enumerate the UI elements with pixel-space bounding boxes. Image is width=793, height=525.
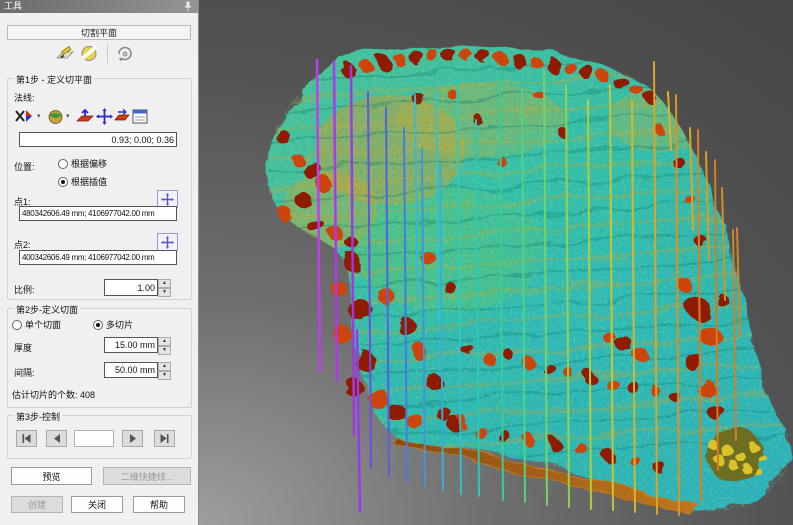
rock-face-texture <box>199 40 793 525</box>
panel-title: 工具 <box>4 1 22 11</box>
radio-multi-slice-label: 多切片 <box>106 318 133 331</box>
radio-by-interpolation[interactable]: 根据插值 <box>58 176 107 187</box>
slice-count-estimate: 估计切片的个数: 408 <box>12 388 95 401</box>
plane-edit-icon[interactable] <box>55 44 77 63</box>
preview-button[interactable]: 预览 <box>11 467 92 485</box>
dialog-header: 切割平面 <box>7 25 191 40</box>
plane-flip-icon[interactable] <box>113 107 131 126</box>
panel-titlebar[interactable]: 工具 <box>0 0 198 13</box>
values-dialog-icon[interactable] <box>130 107 149 126</box>
normal-axis-icon[interactable] <box>12 107 36 126</box>
thickness-value-field[interactable]: 15.00 mm <box>104 337 158 353</box>
scale-spinner[interactable]: ▲▼ <box>158 279 171 296</box>
thickness-spinner-down-icon[interactable]: ▼ <box>158 346 171 355</box>
plane-arrow-icon[interactable] <box>75 107 94 126</box>
normal-axis-dropdown-icon[interactable]: ▾ <box>37 112 41 120</box>
radio-by-offset-dot[interactable] <box>58 159 68 169</box>
step1-label: 第1步 - 定义切平面 <box>14 73 94 86</box>
radio-by-offset-label: 根据偏移 <box>71 157 107 170</box>
interval-spinner[interactable]: ▲▼ <box>158 362 171 378</box>
sphere-clip-icon[interactable] <box>78 44 100 63</box>
slice-index-field[interactable] <box>74 430 114 447</box>
radio-by-offset[interactable]: 根据偏移 <box>58 158 107 169</box>
normal-value-field[interactable]: 0.93; 0.00; 0.36 <box>19 132 177 147</box>
interval-spinner-up-icon[interactable]: ▲ <box>158 362 171 371</box>
point2-pick-button[interactable] <box>157 233 178 251</box>
viewport-3d[interactable] <box>199 0 793 525</box>
point2-value-field[interactable]: 400342606.49 mm; 4106977042.00 mm <box>19 250 177 265</box>
scale-label: 比例: <box>14 283 35 296</box>
thickness-label: 厚度 <box>14 341 32 354</box>
radio-by-interpolation-label: 根据插值 <box>71 175 107 188</box>
step2-label: 第2步-定义切面 <box>14 303 80 316</box>
toolbar-separator <box>107 44 108 63</box>
tools-panel: 工具 切割平面 第1步 - 定义切平面 法线: <box>0 0 199 525</box>
thickness-spinner[interactable]: ▲▼ <box>158 337 171 353</box>
normal-sphere-icon[interactable] <box>46 107 65 126</box>
step3-label: 第3步-控制 <box>14 410 62 423</box>
point1-value-field[interactable]: 480342606.49 mm; 4106977042.00 mm <box>19 206 177 221</box>
scale-spinner-up-icon[interactable]: ▲ <box>158 279 171 288</box>
scale-value-field[interactable]: 1.00 <box>104 279 158 296</box>
radio-by-interpolation-dot[interactable] <box>58 177 68 187</box>
next-slice-button[interactable] <box>122 430 143 447</box>
radio-multi-slice-dot[interactable] <box>93 320 103 330</box>
thickness-spinner-up-icon[interactable]: ▲ <box>158 337 171 346</box>
normal-label: 法线: <box>14 91 35 104</box>
pin-icon[interactable] <box>184 1 192 12</box>
pick-rotate-icon[interactable] <box>114 44 136 63</box>
help-button[interactable]: 帮助 <box>133 496 185 513</box>
create-button[interactable]: 创建 <box>11 496 63 513</box>
move-cross-icon[interactable] <box>95 107 114 126</box>
radio-single-section-dot[interactable] <box>12 320 22 330</box>
last-slice-button[interactable] <box>154 430 175 447</box>
close-button[interactable]: 关闭 <box>71 496 123 513</box>
scale-spinner-down-icon[interactable]: ▼ <box>158 288 171 297</box>
prev-slice-button[interactable] <box>46 430 67 447</box>
interval-label: 间隔: <box>14 366 35 379</box>
interval-spinner-down-icon[interactable]: ▼ <box>158 371 171 380</box>
radio-multi-slice[interactable]: 多切片 <box>93 319 133 330</box>
point-cloud-scene <box>199 0 793 525</box>
shortcut-2d-button[interactable]: 二维快捷线... <box>103 467 191 485</box>
position-label: 位置: <box>14 160 35 173</box>
first-slice-button[interactable] <box>16 430 37 447</box>
normal-sphere-dropdown-icon[interactable]: ▾ <box>66 112 70 120</box>
radio-single-section[interactable]: 单个切面 <box>12 319 61 330</box>
radio-single-section-label: 单个切面 <box>25 318 61 331</box>
interval-value-field[interactable]: 50.00 mm <box>104 362 158 378</box>
